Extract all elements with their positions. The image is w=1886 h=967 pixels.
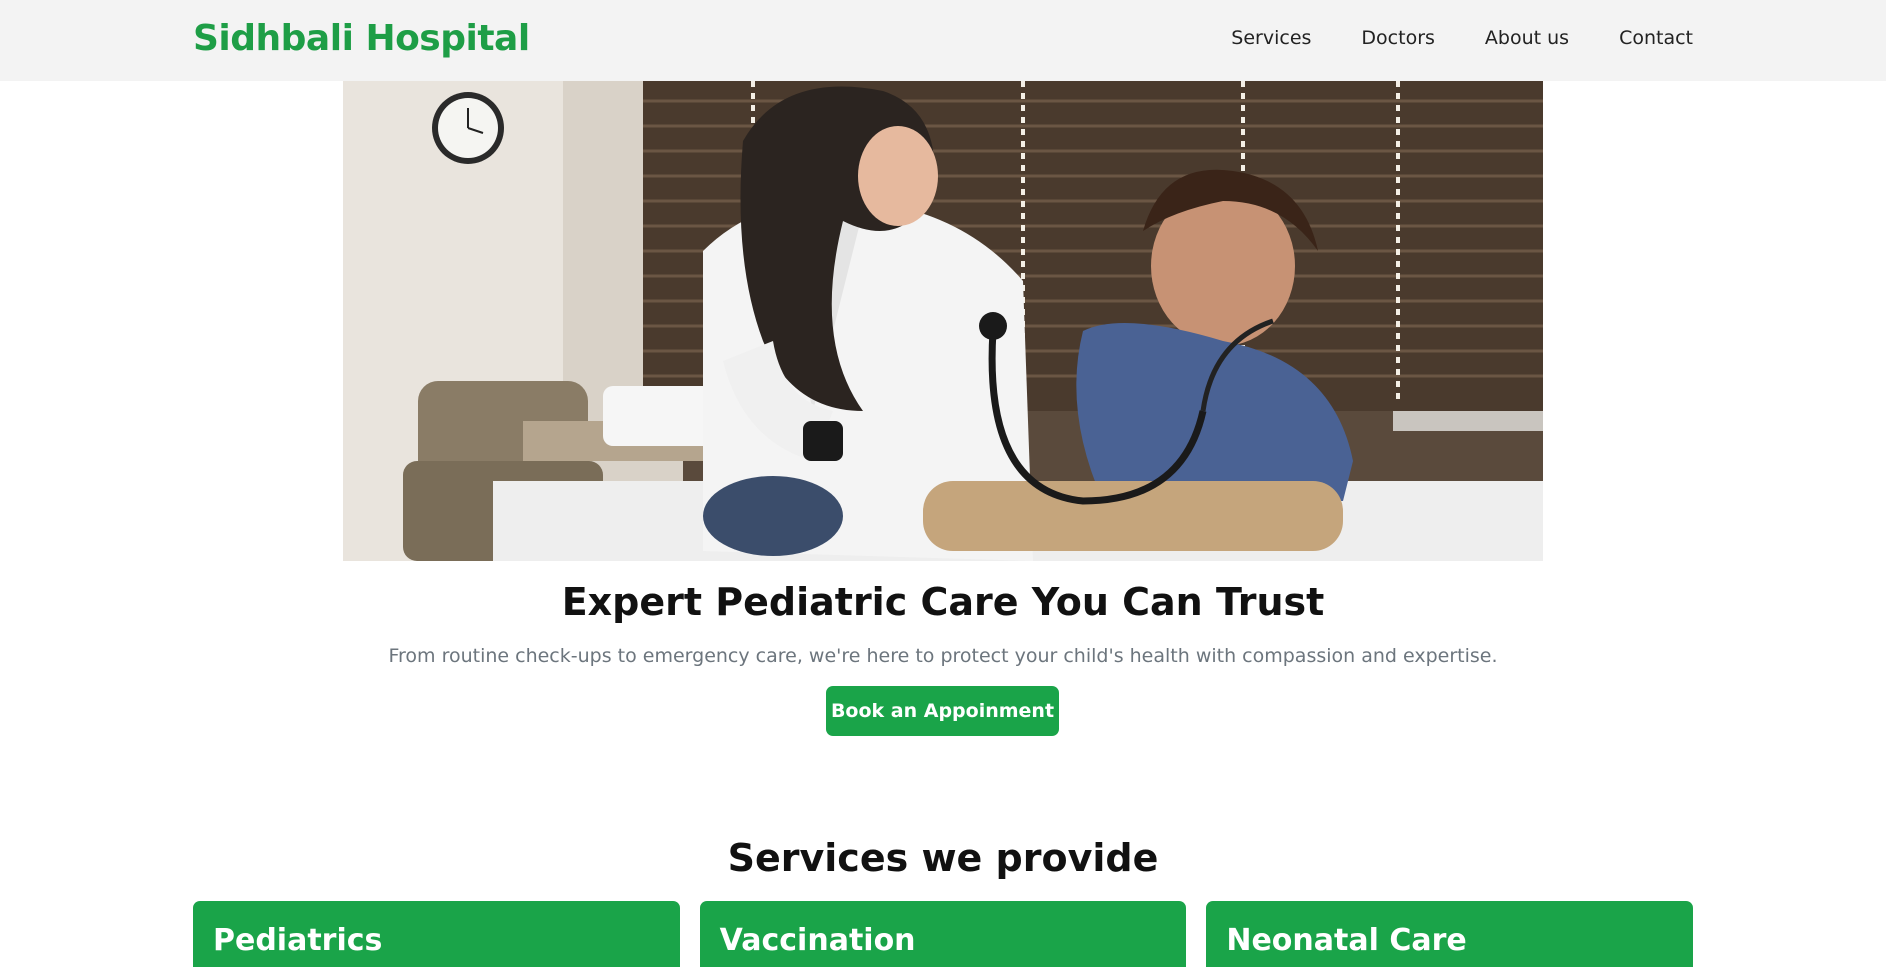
service-card-title: Neonatal Care [1226,923,1467,958]
nav-links: Services Doctors About us Contact [1231,27,1693,49]
hero-title: Expert Pediatric Care You Can Trust [561,580,1325,624]
services-section-title: Services we provide [727,836,1159,880]
brand-logo-link[interactable]: Sidhbali Hospital [193,18,530,59]
hero-image [343,81,1543,561]
nav-link-services[interactable]: Services [1231,27,1311,49]
service-card-pediatrics[interactable]: Pediatrics [193,901,680,967]
services-cards: Pediatrics Vaccination Neonatal Care [193,901,1694,967]
nav-link-contact[interactable]: Contact [1619,27,1693,49]
service-card-title: Pediatrics [213,923,383,958]
service-card-title: Vaccination [719,923,916,958]
nav-link-doctors[interactable]: Doctors [1361,27,1435,49]
nav-link-about[interactable]: About us [1485,27,1569,49]
service-card-vaccination[interactable]: Vaccination [699,901,1187,967]
hero-subtitle: From routine check-ups to emergency care… [388,645,1498,667]
service-card-neonatal-care[interactable]: Neonatal Care [1206,901,1694,967]
navbar: Sidhbali Hospital Services Doctors About… [0,0,1886,81]
book-appointment-button[interactable]: Book an Appoinment [826,686,1059,736]
